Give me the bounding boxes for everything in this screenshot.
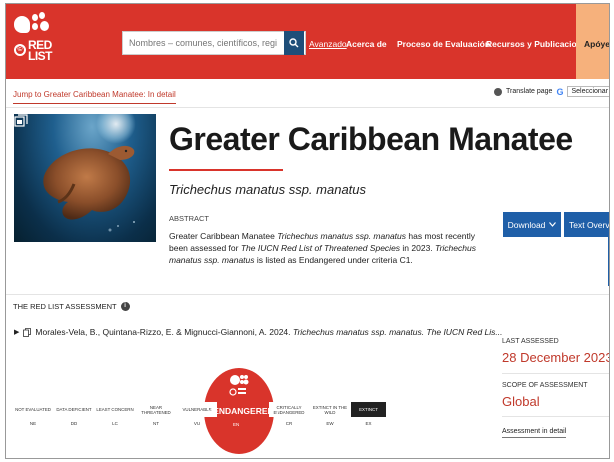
category-abbr-ex: EX [365, 421, 372, 426]
page-title: Greater Caribbean Manatee [169, 121, 573, 157]
jump-to-detail-link[interactable]: Jump to Greater Caribbean Manatee: In de… [13, 90, 176, 104]
google-icon: G [556, 86, 564, 97]
language-select[interactable]: Seleccionar idioma [567, 86, 609, 97]
download-button-label: Download [507, 219, 546, 230]
red-list-assessment-heading: THE RED LIST ASSESSMENT i [13, 302, 130, 311]
species-photo[interactable] [14, 114, 156, 242]
copy-icon[interactable] [23, 327, 32, 337]
page-frame: © RED LIST Avanzado Acerca de Proceso de… [5, 3, 610, 459]
caret-right-icon[interactable]: ▶ [14, 328, 19, 336]
category-abbr-ew: EW [326, 421, 334, 426]
assessment-in-detail-link[interactable]: Assessment in detail [502, 428, 567, 438]
scope-label: SCOPE OF ASSESSMENT [502, 382, 588, 389]
category-dd[interactable]: DATA DEFICIENT [54, 402, 94, 417]
text-overview-button[interactable]: Text Overview [564, 212, 610, 237]
nav-item-acerca-de[interactable]: Acerca de [346, 39, 387, 49]
category-abbr-ne: NE [29, 421, 37, 426]
category-abbr-cr: CR [285, 421, 293, 426]
nav-item-proceso-de-evaluacion[interactable]: Proceso de Evaluación [397, 39, 490, 49]
category-ew[interactable]: EXTINCT IN THE WILD [310, 402, 350, 417]
manatee-illustration [43, 145, 135, 232]
search-icon [289, 38, 299, 48]
citation[interactable]: ▶ Morales-Vela, B., Quintana-Rizzo, E. &… [14, 327, 502, 337]
chevron-down-icon [549, 222, 557, 227]
nav-item-apoyenos-label: Apóyenos [584, 39, 610, 49]
category-abbr-dd: DD [70, 421, 78, 426]
copyright-icon: © [14, 44, 26, 56]
category-nt[interactable]: NEAR THREATENED [136, 402, 176, 417]
gallery-icon[interactable] [14, 114, 28, 128]
translate-widget: Translate page G Seleccionar idioma [494, 86, 609, 97]
category-ex[interactable]: EXTINCT [351, 402, 386, 417]
text-overview-label: Text Overview [569, 219, 610, 230]
scope-value: Global [502, 394, 540, 409]
iucn-red-list-logo[interactable]: © RED LIST [12, 12, 53, 70]
category-en[interactable]: ‹ ENDANGERED › [208, 406, 279, 416]
category-abbr-lc: LC [112, 421, 118, 426]
download-button[interactable]: Download [503, 212, 561, 237]
logo-text-list: LIST [28, 49, 53, 63]
scientific-name: Trichechus manatus ssp. manatus [169, 182, 367, 197]
category-abbr-nt: NT [153, 421, 159, 426]
category-abbr-en: EN [233, 422, 240, 427]
red-list-small-logo-icon [229, 375, 249, 396]
search-button[interactable] [284, 31, 304, 55]
search-box [122, 31, 306, 55]
citation-text: Morales-Vela, B., Quintana-Rizzo, E. & M… [35, 327, 503, 337]
advanced-search-link[interactable]: Avanzado [309, 39, 347, 49]
category-abbr-vu: VU [193, 421, 201, 426]
info-icon[interactable]: i [120, 302, 130, 311]
abstract-heading: ABSTRACT [169, 214, 210, 223]
title-underline [169, 169, 283, 171]
top-navigation: © RED LIST Avanzado Acerca de Proceso de… [6, 4, 610, 79]
divider [502, 373, 609, 374]
divider [502, 416, 609, 417]
translate-page-link[interactable]: Translate page [506, 88, 552, 95]
divider [6, 107, 609, 108]
abstract-text: Greater Caribbean Manatee Trichechus man… [169, 231, 476, 265]
last-assessed-value: 28 December 2023 [502, 350, 610, 365]
category-lc[interactable]: LEAST CONCERN [95, 402, 135, 417]
category-ne[interactable]: NOT EVALUATED [13, 402, 53, 417]
last-assessed-label: LAST ASSESSED [502, 338, 559, 345]
nav-item-apoyenos[interactable]: Apóyenos [576, 4, 610, 79]
logo-paw-icon [14, 12, 50, 34]
divider [6, 294, 609, 295]
search-input[interactable] [123, 32, 283, 54]
globe-icon [494, 87, 502, 96]
side-accent-bar [608, 236, 609, 286]
